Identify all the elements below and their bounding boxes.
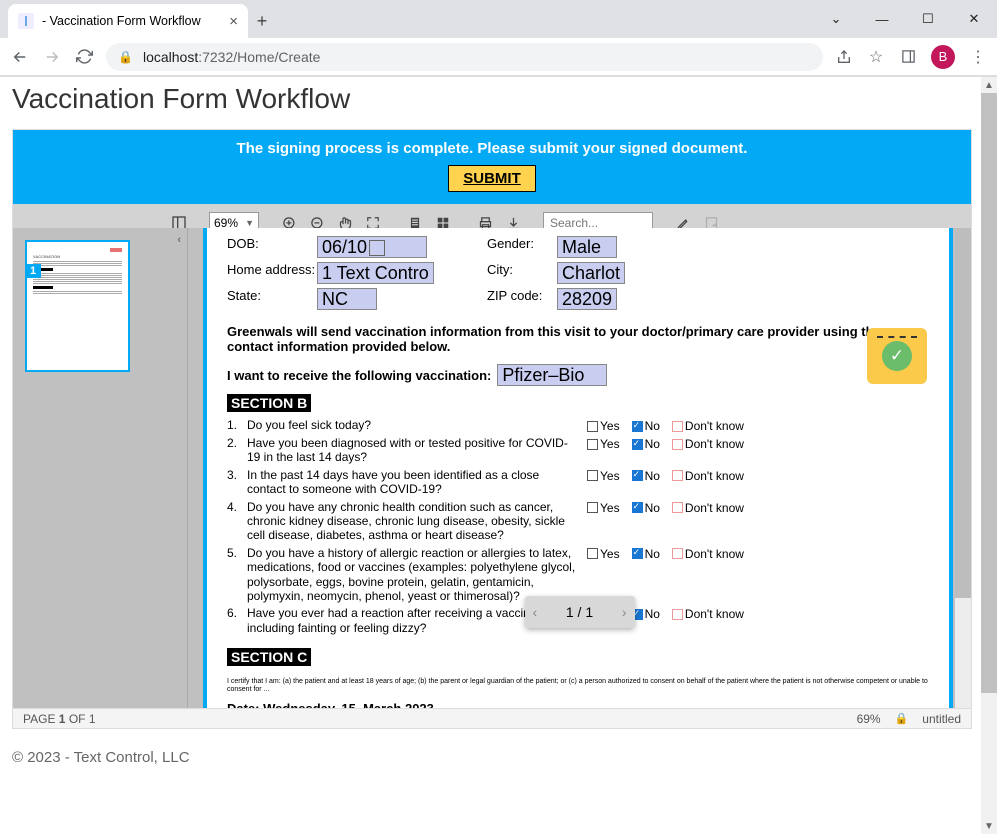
viewer-status-bar: PAGE 1 OF 1 69% 🔒 untitled (13, 708, 971, 728)
q4-yes-checkbox[interactable] (587, 502, 598, 513)
question-row: 5.Do you have a history of allergic reac… (227, 546, 929, 604)
url-path: /Home/Create (233, 49, 320, 65)
gender-field[interactable]: Male (557, 236, 617, 258)
q3-yes-checkbox[interactable] (587, 470, 598, 481)
new-tab-button[interactable]: + (248, 4, 276, 38)
q2-dk-checkbox[interactable] (672, 439, 683, 450)
chevron-down-icon[interactable]: ⌄ (813, 0, 859, 38)
viewer-body: ‹ 1 VACCINATION (13, 228, 971, 708)
section-b-header: SECTION B (227, 394, 311, 412)
vaccination-prompt: I want to receive the following vaccinat… (227, 368, 491, 383)
q4-dk-checkbox[interactable] (672, 502, 683, 513)
minimize-icon[interactable]: ― (859, 0, 905, 38)
banner-message: The signing process is complete. Please … (13, 140, 971, 157)
q5-dk-checkbox[interactable] (672, 548, 683, 559)
section-c-header: SECTION C (227, 648, 311, 666)
certification-text: I certify that I am: (a) the patient and… (227, 678, 929, 693)
url-host: localhost (143, 49, 198, 65)
question-row: 2.Have you been diagnosed with or tested… (227, 436, 929, 465)
page-scrollbar[interactable]: ▲ ▼ (981, 77, 997, 834)
browser-chrome: - Vaccination Form Workflow × + ⌄ ― ☐ ✕ … (0, 0, 997, 76)
question-row: 4.Do you have any chronic health conditi… (227, 500, 929, 543)
question-row: 1.Do you feel sick today?YesNoDon't know (227, 418, 929, 433)
browser-tab[interactable]: - Vaccination Form Workflow × (8, 4, 248, 38)
status-zoom: 69% (857, 712, 881, 726)
q5-yes-checkbox[interactable] (587, 548, 598, 559)
prev-page-icon[interactable]: ‹ (533, 604, 538, 620)
q4-no-checkbox[interactable] (632, 502, 643, 513)
q1-yes-checkbox[interactable] (587, 421, 598, 432)
field-verified-card[interactable]: ✓ (867, 328, 927, 384)
q2-no-checkbox[interactable] (632, 439, 643, 450)
chevron-left-icon[interactable]: ‹ (177, 234, 181, 246)
scroll-up-icon[interactable]: ▲ (981, 77, 997, 93)
document-panel[interactable]: DOB:06/10 Home address:1 Text Contro Sta… (188, 228, 971, 708)
doc-scrollbar[interactable] (955, 228, 971, 708)
q3-no-checkbox[interactable] (632, 470, 643, 481)
status-doc-name: untitled (922, 712, 961, 726)
vaccination-field[interactable]: Pfizer–Bio (497, 364, 607, 386)
page-navigator: ‹ 1 / 1 › (525, 596, 635, 628)
doc-scrollbar-thumb[interactable] (955, 228, 971, 598)
dob-label: DOB: (227, 236, 317, 258)
page-indicator: 1 / 1 (566, 604, 593, 620)
q1-dk-checkbox[interactable] (672, 421, 683, 432)
tab-bar: - Vaccination Form Workflow × + ⌄ ― ☐ ✕ (0, 0, 997, 38)
city-field[interactable]: Charlot (557, 262, 625, 284)
q6-dk-checkbox[interactable] (672, 609, 683, 620)
tab-title: - Vaccination Form Workflow (42, 14, 201, 28)
address-bar: 🔒 localhost:7232/Home/Create ☆ B ⋮ (0, 38, 997, 76)
q5-no-checkbox[interactable] (632, 548, 643, 559)
lock-icon: 🔒 (895, 712, 909, 725)
lock-icon: 🔒 (118, 50, 133, 64)
back-icon[interactable] (10, 47, 30, 67)
question-row: 3.In the past 14 days have you been iden… (227, 468, 929, 497)
zip-label: ZIP code: (487, 288, 557, 310)
url-field[interactable]: 🔒 localhost:7232/Home/Create (106, 43, 823, 71)
forward-icon[interactable] (42, 47, 62, 67)
city-label: City: (487, 262, 557, 284)
bookmark-star-icon[interactable]: ☆ (867, 48, 885, 66)
window-controls: ⌄ ― ☐ ✕ (813, 0, 997, 38)
profile-avatar[interactable]: B (931, 45, 955, 69)
thumbnail-number: 1 (25, 264, 41, 278)
page-title: Vaccination Form Workflow (12, 83, 985, 115)
zip-field[interactable]: 28209 (557, 288, 617, 310)
dob-field[interactable]: 06/10 (317, 236, 427, 258)
scrollbar-thumb[interactable] (981, 93, 997, 693)
page-thumbnail[interactable]: 1 VACCINATION (25, 240, 130, 372)
home-label: Home address: (227, 262, 317, 284)
calendar-icon[interactable] (369, 240, 385, 256)
page-viewport: ▲ ▼ Vaccination Form Workflow The signin… (0, 76, 997, 834)
document-viewer: The signing process is complete. Please … (12, 129, 972, 729)
q3-dk-checkbox[interactable] (672, 470, 683, 481)
completion-banner: The signing process is complete. Please … (13, 130, 971, 204)
q1-no-checkbox[interactable] (632, 421, 643, 432)
reload-icon[interactable] (74, 47, 94, 67)
next-page-icon[interactable]: › (622, 604, 627, 620)
home-field[interactable]: 1 Text Contro (317, 262, 434, 284)
close-icon[interactable]: ✕ (951, 0, 997, 38)
kebab-menu-icon[interactable]: ⋮ (969, 48, 987, 66)
check-icon: ✓ (882, 341, 912, 371)
scroll-down-icon[interactable]: ▼ (981, 818, 997, 834)
q2-yes-checkbox[interactable] (587, 439, 598, 450)
url-port: :7232 (198, 49, 233, 65)
state-field[interactable]: NC (317, 288, 377, 310)
share-icon[interactable] (835, 48, 853, 66)
favicon-icon (18, 13, 34, 29)
thumbnail-panel: ‹ 1 VACCINATION (13, 228, 188, 708)
page-footer: © 2023 - Text Control, LLC (12, 749, 985, 766)
maximize-icon[interactable]: ☐ (905, 0, 951, 38)
panel-icon[interactable] (899, 48, 917, 66)
document-page: DOB:06/10 Home address:1 Text Contro Sta… (203, 228, 953, 708)
state-label: State: (227, 288, 317, 310)
provider-info-text: Greenwals will send vaccination informat… (227, 324, 929, 354)
submit-button[interactable]: SUBMIT (448, 165, 536, 192)
status-page-of: PAGE 1 OF 1 (23, 712, 96, 726)
gender-label: Gender: (487, 236, 557, 258)
close-tab-icon[interactable]: × (229, 13, 238, 30)
